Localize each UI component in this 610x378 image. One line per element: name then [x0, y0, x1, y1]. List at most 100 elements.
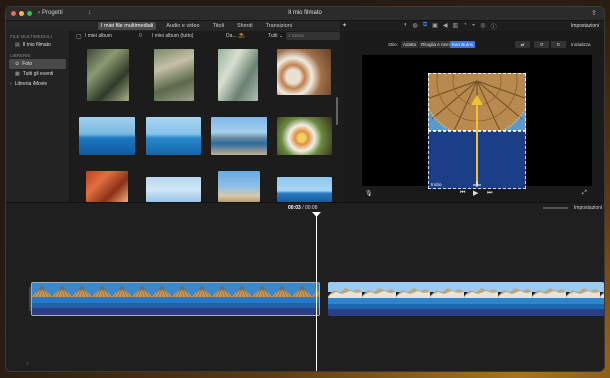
media-thumbnail[interactable] — [218, 49, 258, 101]
browser-tabs-bar: I miei file multimediali Audio e video T… — [6, 21, 340, 31]
rotate-left-button[interactable]: ↺ — [534, 41, 549, 48]
media-thumbnail[interactable] — [277, 177, 332, 202]
total-time: 00:08 — [304, 205, 318, 211]
style-option-label: Ken Burns — [452, 42, 474, 47]
media-thumbnail[interactable] — [277, 49, 331, 95]
filters-icon[interactable]: ◎ — [480, 22, 485, 31]
play-icon[interactable]: ▶ — [473, 189, 478, 197]
microphone-icon[interactable]: ♪ — [26, 361, 29, 367]
media-thumbnail[interactable] — [86, 171, 128, 202]
tab-backgrounds[interactable]: Sfondi — [234, 22, 256, 30]
title-bar: ‹ Progetti ↓ Il mio filmato ⇪ — [6, 7, 604, 21]
media-thumbnail[interactable] — [79, 117, 135, 155]
filter-dropdown[interactable]: Tutti ⌄ — [268, 33, 283, 39]
adjustment-toolbar: ◐ ◍ ⧉ ▣ ◀ ▥ ◔ ◒ ◎ ⓘ — [404, 22, 497, 31]
playback-controls: 🎙︎ ⏮ ▶ ⏭ ⤢ — [343, 188, 604, 200]
swap-frames-button[interactable]: ⇄ — [515, 41, 530, 48]
search-icon: ⌕ — [288, 33, 291, 38]
sidebar-toggle-icon[interactable]: ▢ — [76, 33, 82, 40]
events-icon: ▦ — [15, 71, 20, 77]
reset-button[interactable]: Inizializza — [571, 42, 591, 47]
microphone-icon[interactable]: 🎙︎ — [365, 190, 373, 197]
timeline-clip-umbrella[interactable] — [31, 282, 320, 316]
rotate-right-button[interactable]: ↻ — [551, 41, 566, 48]
reset-all-label: Impostazioni — [570, 23, 599, 29]
skip-forward-icon[interactable]: ⏭ — [487, 190, 492, 197]
sidebar-item-label: Foto — [22, 61, 33, 67]
browser-tabs: I miei file multimediali Audio e video T… — [98, 22, 295, 30]
fullscreen-icon[interactable]: ⤢ — [582, 190, 587, 197]
date-icon: ⛱ — [237, 33, 245, 39]
magic-wand-icon[interactable]: ✦ — [342, 22, 347, 29]
chevron-down-icon: ⌄ — [278, 33, 284, 39]
media-thumbnail[interactable] — [218, 171, 260, 202]
media-thumbnail[interactable] — [146, 117, 201, 155]
filter-label: Tutti — [268, 33, 278, 39]
media-thumbnail[interactable] — [154, 49, 194, 101]
tab-media[interactable]: I miei file multimediali — [98, 22, 157, 30]
rotate-right-icon: ↻ — [556, 42, 561, 47]
playhead[interactable] — [316, 215, 317, 371]
sidebar-item-all-events[interactable]: ▦ Tutti gli eventi — [6, 69, 69, 79]
sort-dropdown[interactable]: Da... ⛱ — [226, 33, 244, 39]
volume-icon[interactable]: ◀ — [443, 22, 448, 31]
timeline-clip-coast[interactable] — [328, 282, 604, 316]
sidebar-item-photos[interactable]: ✿ Foto — [9, 59, 66, 69]
share-icon[interactable]: ⇪ — [591, 9, 597, 17]
media-thumbnail[interactable] — [87, 49, 129, 101]
album-full-button[interactable]: I miei album (tutto) — [152, 33, 193, 39]
info-icon[interactable]: ⓘ — [491, 22, 497, 31]
album-count: 0 — [139, 33, 142, 39]
album-label: I miei album — [85, 33, 112, 39]
sidebar-item-library[interactable]: › Libreria iMovie — [6, 79, 69, 89]
sidebar-item-project[interactable]: ▤ Il mio filmato — [6, 40, 69, 50]
equalizer-icon[interactable]: ▥ — [452, 22, 458, 31]
reset-label: Inizializza — [571, 42, 591, 47]
sidebar-item-label: Libreria iMovie — [14, 81, 48, 87]
zoom-slider[interactable] — [543, 207, 568, 209]
sidebar-item-label: Tutti gli eventi — [22, 71, 54, 77]
reset-all-button[interactable]: Impostazioni — [571, 23, 599, 29]
browser-scrollbar[interactable] — [336, 97, 338, 125]
time-separator: / — [302, 205, 304, 211]
style-fit-button[interactable]: Adatta — [401, 41, 419, 48]
search-input[interactable]: ⌕ Cerca — [286, 32, 340, 40]
media-thumbnail[interactable] — [146, 177, 201, 202]
media-thumbnail[interactable] — [211, 117, 267, 155]
swap-icon: ⇄ — [520, 42, 525, 47]
sidebar-section-libraries: LIBRERIE — [10, 53, 31, 58]
motion-arrow — [471, 95, 483, 187]
photos-icon: ✿ — [15, 61, 20, 67]
rotate-left-icon: ↺ — [539, 42, 544, 47]
speed-icon[interactable]: ◔ — [463, 22, 467, 31]
browser-header: ▢ I miei album 0 I miei album (tutto) Da… — [70, 31, 342, 41]
viewer: Stile: Adatta Ritaglia e riempi Ken Burn… — [343, 31, 604, 202]
tab-titles[interactable]: Titoli — [210, 22, 227, 30]
style-ken-burns-button[interactable]: Ken Burns — [450, 41, 476, 48]
clip-audio-bar — [328, 309, 604, 316]
tab-audio-video[interactable]: Audio e video — [163, 22, 202, 30]
color-correction-icon[interactable]: ◍ — [413, 22, 418, 31]
tab-transitions[interactable]: Transizioni — [263, 22, 295, 30]
timeline-settings-button[interactable]: Impostazioni — [574, 205, 602, 211]
color-balance-icon[interactable]: ◐ — [404, 22, 408, 31]
sidebar: FILE MULTIMEDIALI ▤ Il mio filmato LIBRE… — [6, 31, 70, 202]
imovie-window: ‹ Progetti ↓ Il mio filmato ⇪ I miei fil… — [5, 6, 605, 372]
disclosure-triangle-icon[interactable]: › — [10, 81, 12, 87]
album-full-label: I miei album (tutto) — [152, 33, 194, 39]
current-time: 00:03 — [288, 205, 301, 211]
media-browser: ▢ I miei album 0 I miei album (tutto) Da… — [70, 31, 342, 202]
timeline: 00:03 / 00:08 Impostazioni ♪ — [6, 202, 604, 371]
skip-back-icon[interactable]: ⏮ — [460, 190, 465, 197]
crop-icon[interactable]: ⧉ — [423, 22, 427, 31]
viewer-canvas: Inizio — [362, 55, 592, 189]
media-thumbnail[interactable] — [277, 117, 332, 155]
film-icon: ▤ — [15, 42, 20, 48]
noise-reduction-icon[interactable]: ◒ — [472, 22, 476, 31]
style-option-label: Ritaglia e riempi — [421, 42, 454, 47]
clip-audio-bar — [32, 308, 319, 315]
search-placeholder: Cerca — [291, 33, 304, 38]
style-option-label: Adatta — [403, 42, 417, 47]
stabilization-icon[interactable]: ▣ — [432, 22, 438, 31]
timeline-settings-label: Impostazioni — [573, 205, 602, 211]
